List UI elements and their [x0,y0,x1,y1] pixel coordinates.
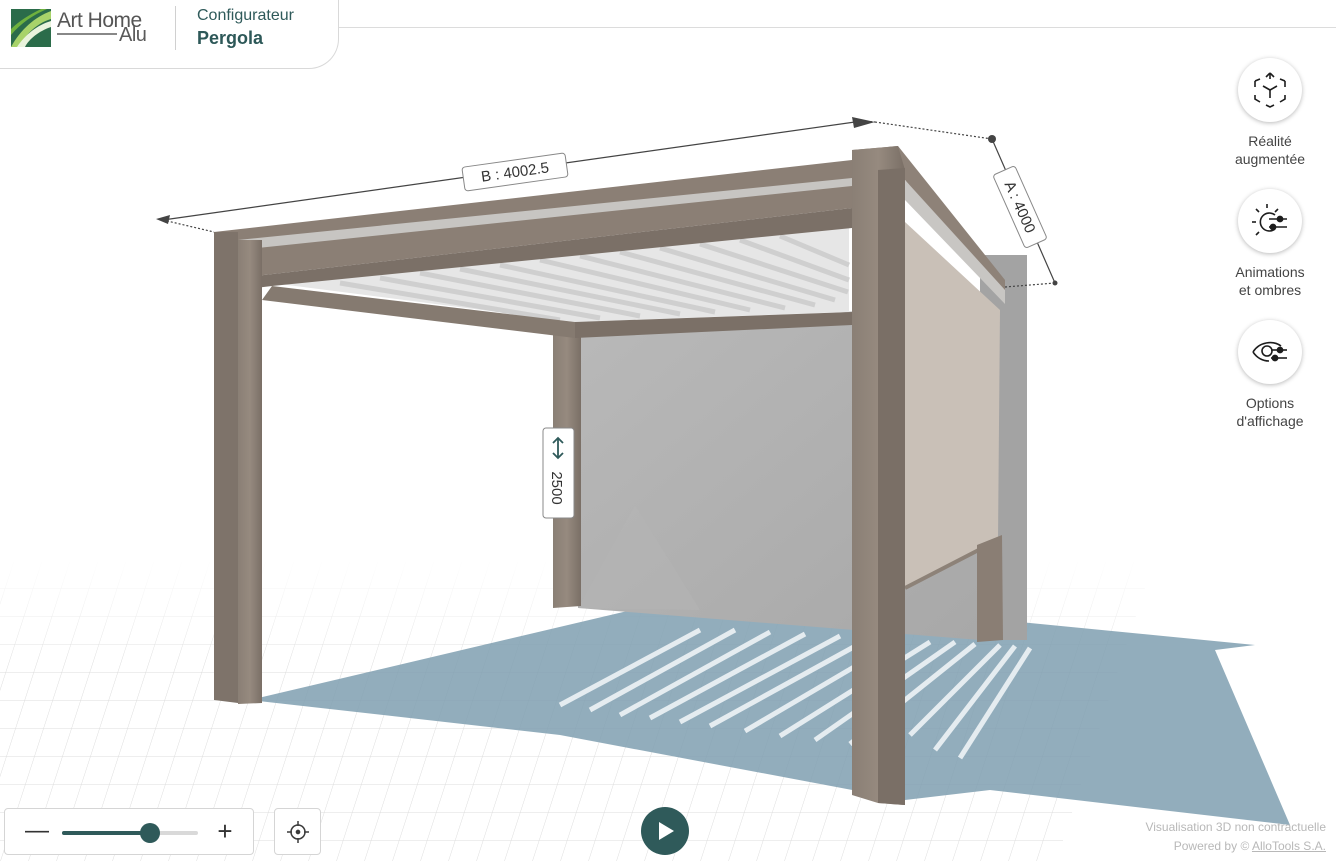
page-title: Pergola [197,28,264,48]
augmented-reality-button[interactable]: Réalité augmentée [1203,58,1336,168]
play-animation-button[interactable] [641,807,689,855]
powered-by-prefix: Powered by © [1173,839,1252,853]
height-dimension-label[interactable]: 2500 [542,427,575,519]
eye-settings-icon [1252,341,1287,362]
zoom-control: — + [4,808,254,855]
augmented-reality-label: Réalité augmentée [1234,133,1306,167]
pergola-3d-scene[interactable]: B : 4002.5 A : 4000 2500 [0,0,1336,861]
augmented-reality-circle[interactable] [1238,58,1302,122]
width-dimension-label[interactable]: B : 4002.5 [461,152,569,192]
animations-shadows-label: Animations et ombres [1235,264,1305,298]
allotools-link[interactable]: AlloTools S.A. [1252,839,1326,853]
recenter-view-button[interactable] [274,808,321,855]
logo-rule [57,33,117,35]
display-options-label: Options d'affichage [1236,395,1304,429]
animations-shadows-circle[interactable] [1238,189,1302,253]
brand-separator [175,6,176,50]
logo-mark-icon [11,9,51,47]
configurator-viewport[interactable]: B : 4002.5 A : 4000 2500 Art Home Alu Co… [0,0,1336,861]
powered-by: Powered by © AlloTools S.A. [1145,837,1326,856]
crosshair-icon [286,820,309,843]
zoom-in-button[interactable]: + [211,817,239,845]
logo-line-2: Alu [119,24,147,46]
disclaimer-text: Visualisation 3D non contractuelle [1145,820,1326,834]
header-divider [338,27,1336,28]
display-options-button[interactable]: Options d'affichage [1203,320,1336,430]
brand-panel: Art Home Alu Configurateur Pergola [0,0,339,69]
sun-shadow-icon [1252,204,1287,236]
depth-dimension-label[interactable]: A : 4000 [993,166,1047,249]
zoom-slider[interactable] [62,823,198,843]
logo-wordmark: Art Home Alu [57,9,167,49]
play-icon [659,822,674,840]
brand-logo[interactable]: Art Home Alu [11,9,161,49]
ar-cube-icon [1254,72,1286,108]
zoom-out-button[interactable]: — [23,817,51,845]
footer-credits: Visualisation 3D non contractuelle Power… [1145,818,1326,856]
svg-text:2500: 2500 [548,471,565,504]
display-options-circle[interactable] [1238,320,1302,384]
zoom-slider-handle[interactable] [140,823,161,843]
animations-shadows-button[interactable]: Animations et ombres [1203,189,1336,299]
page-subtitle: Configurateur [197,7,294,24]
zoom-slider-fill [62,831,151,835]
